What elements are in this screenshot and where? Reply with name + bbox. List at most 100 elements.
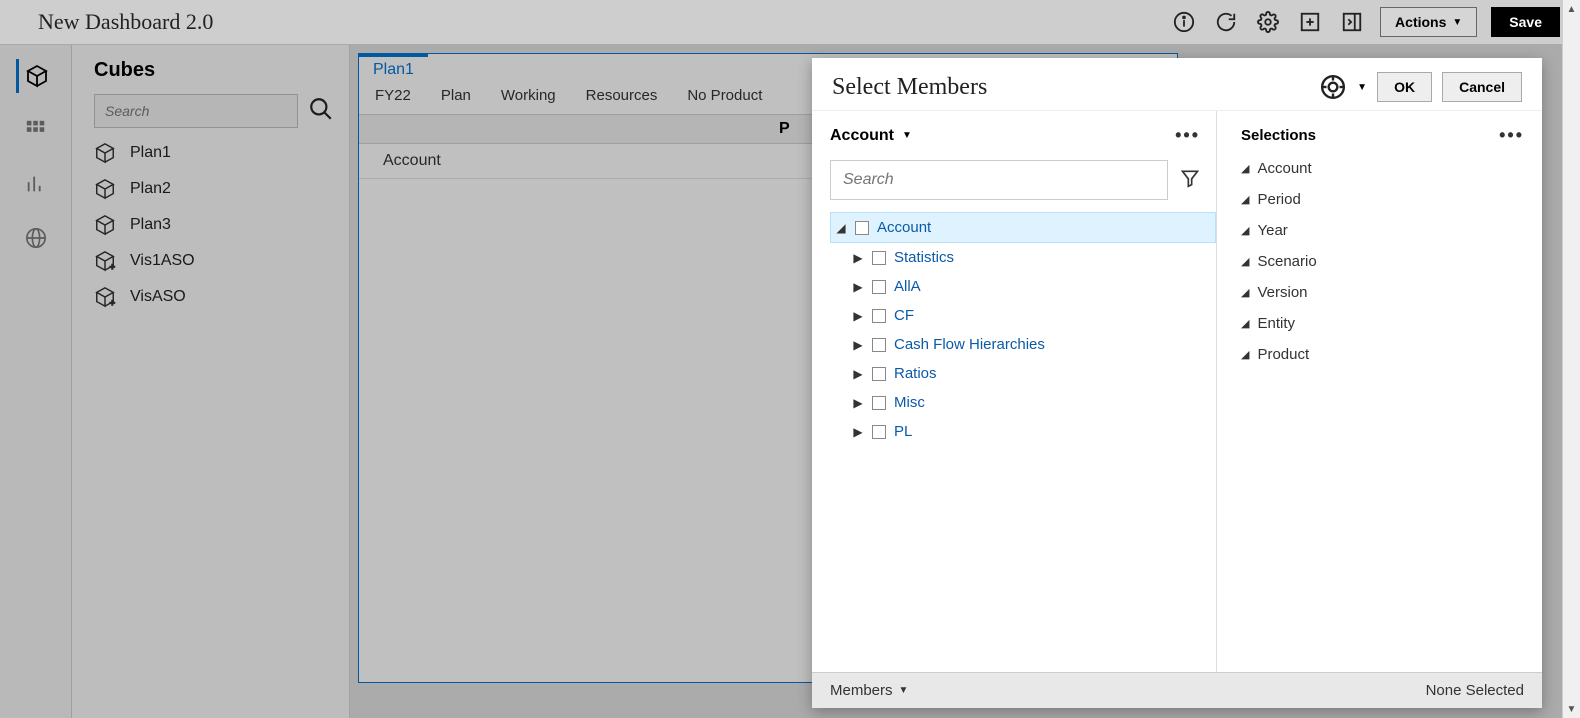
pov-item[interactable]: FY22 <box>375 87 411 104</box>
selection-item-year[interactable]: ◢Year <box>1241 222 1524 239</box>
selection-label: Scenario <box>1257 253 1316 270</box>
footer-dropdown-label: Members <box>830 682 893 699</box>
cubes-sidebar: Cubes Plan1 Plan2 Plan3 + Vis1ASO <box>72 45 350 718</box>
checkbox[interactable] <box>872 396 886 410</box>
checkbox[interactable] <box>872 367 886 381</box>
tree-node-label: AllA <box>894 278 921 295</box>
selection-item-period[interactable]: ◢ Period <box>1241 191 1524 208</box>
top-header: New Dashboard 2.0 Actions ▼ Save <box>0 0 1580 45</box>
tab-label[interactable]: Plan1 <box>359 54 428 81</box>
dialog-header: Select Members ▼ OK Cancel <box>812 58 1542 110</box>
add-panel-icon[interactable] <box>1296 8 1324 36</box>
checkbox[interactable] <box>855 221 869 235</box>
filter-icon[interactable] <box>1180 168 1200 193</box>
dialog-header-right: ▼ OK Cancel <box>1319 72 1522 102</box>
cube-label: VisASO <box>130 288 186 306</box>
checkbox[interactable] <box>872 338 886 352</box>
help-icon[interactable] <box>1319 73 1347 101</box>
search-icon[interactable] <box>308 96 334 127</box>
tree-node-label: Statistics <box>894 249 954 266</box>
nav-chart-icon[interactable] <box>16 167 56 201</box>
info-icon[interactable] <box>1170 8 1198 36</box>
nav-cubes-icon[interactable] <box>16 59 56 93</box>
collapse-icon[interactable]: ◢ <box>835 221 847 235</box>
tree-node-account[interactable]: ◢ Account <box>830 212 1216 243</box>
tree-node-misc[interactable]: ▶ Misc <box>830 388 1216 417</box>
dimension-selector[interactable]: Account ▼ ••• <box>830 119 1216 152</box>
selection-label: Version <box>1257 284 1307 301</box>
tree-node-alla[interactable]: ▶ AllA <box>830 272 1216 301</box>
collapse-panel-icon[interactable] <box>1338 8 1366 36</box>
selection-label: Period <box>1257 191 1300 208</box>
collapse-icon: ◢ <box>1241 255 1249 268</box>
selection-item-entity[interactable]: ◢Entity <box>1241 315 1524 332</box>
checkbox[interactable] <box>872 309 886 323</box>
tree-node-pl[interactable]: ▶ PL <box>830 417 1216 446</box>
cube-item-vis1aso[interactable]: + Vis1ASO <box>94 250 327 272</box>
cube-item-plan1[interactable]: Plan1 <box>94 142 327 164</box>
tree-node-cf[interactable]: ▶ CF <box>830 301 1216 330</box>
selection-item-scenario[interactable]: ◢ Scenario <box>1241 253 1524 270</box>
cube-item-visaso[interactable]: + VisASO <box>94 286 327 308</box>
footer-dropdown[interactable]: Members ▼ <box>830 682 908 699</box>
tree-search-row <box>830 160 1200 200</box>
select-members-dialog: Select Members ▼ OK Cancel Account ▼ ••• <box>812 58 1542 708</box>
selection-label: Product <box>1257 346 1309 363</box>
pov-item[interactable]: No Product <box>687 87 762 104</box>
pov-item[interactable]: Resources <box>586 87 658 104</box>
cube-label: Plan3 <box>130 216 171 234</box>
expand-icon[interactable]: ▶ <box>852 396 864 410</box>
actions-button[interactable]: Actions ▼ <box>1380 7 1477 37</box>
tree-node-label: Cash Flow Hierarchies <box>894 336 1045 353</box>
scroll-up-icon[interactable]: ▲ <box>1563 0 1580 18</box>
expand-icon[interactable]: ▶ <box>852 425 864 439</box>
nav-grid-icon[interactable] <box>16 113 56 147</box>
collapse-icon: ◢ <box>1241 193 1249 206</box>
cube-label: Vis1ASO <box>130 252 195 270</box>
checkbox[interactable] <box>872 251 886 265</box>
caret-down-icon: ▼ <box>899 685 909 696</box>
sidebar-search-input[interactable] <box>94 94 298 128</box>
selections-list: ◢Account ◢Period ◢Year ◢Scenario ◢Versio… <box>1241 160 1524 363</box>
ok-button[interactable]: OK <box>1377 72 1432 102</box>
refresh-icon[interactable] <box>1212 8 1240 36</box>
tree-node-ratios[interactable]: ▶ Ratios <box>830 359 1216 388</box>
dialog-body: Account ▼ ••• ◢ Account ▶ Sta <box>812 110 1542 672</box>
settings-icon[interactable] <box>1254 8 1282 36</box>
selections-more-icon[interactable]: ••• <box>1499 125 1524 146</box>
collapse-icon: ◢ <box>1241 224 1249 237</box>
expand-icon[interactable]: ▶ <box>852 280 864 294</box>
cube-item-plan3[interactable]: Plan3 <box>94 214 327 236</box>
expand-icon[interactable]: ▶ <box>852 367 864 381</box>
dialog-footer: Members ▼ None Selected <box>812 672 1542 708</box>
collapse-icon: ◢ <box>1241 162 1249 175</box>
pov-item[interactable]: Working <box>501 87 556 104</box>
dimension-label: Account <box>830 127 894 145</box>
pov-item[interactable]: Plan <box>441 87 471 104</box>
tree-node-cashflow[interactable]: ▶ Cash Flow Hierarchies <box>830 330 1216 359</box>
tree-more-icon[interactable]: ••• <box>1175 125 1200 146</box>
tree-search-input[interactable] <box>830 160 1168 200</box>
nav-globe-icon[interactable] <box>16 221 56 255</box>
page-scrollbar[interactable]: ▲ ▼ <box>1562 0 1580 718</box>
header-toolbar: Actions ▼ Save <box>1170 7 1560 37</box>
expand-icon[interactable]: ▶ <box>852 309 864 323</box>
checkbox[interactable] <box>872 425 886 439</box>
checkbox[interactable] <box>872 280 886 294</box>
cube-item-plan2[interactable]: Plan2 <box>94 178 327 200</box>
cancel-button[interactable]: Cancel <box>1442 72 1522 102</box>
selection-item-product[interactable]: ◢Product <box>1241 346 1524 363</box>
cube-label: Plan2 <box>130 180 171 198</box>
selections-header: Selections ••• <box>1241 119 1524 152</box>
selection-item-version[interactable]: ◢Version <box>1241 284 1524 301</box>
tree-node-label: CF <box>894 307 914 324</box>
dialog-title: Select Members <box>832 74 987 101</box>
tree-node-statistics[interactable]: ▶ Statistics <box>830 243 1216 272</box>
save-button[interactable]: Save <box>1491 7 1560 37</box>
help-dropdown-icon[interactable]: ▼ <box>1357 82 1367 93</box>
selection-item-account[interactable]: ◢Account <box>1241 160 1524 177</box>
scroll-down-icon[interactable]: ▼ <box>1563 700 1580 718</box>
svg-text:+: + <box>110 262 115 272</box>
expand-icon[interactable]: ▶ <box>852 338 864 352</box>
expand-icon[interactable]: ▶ <box>852 251 864 265</box>
